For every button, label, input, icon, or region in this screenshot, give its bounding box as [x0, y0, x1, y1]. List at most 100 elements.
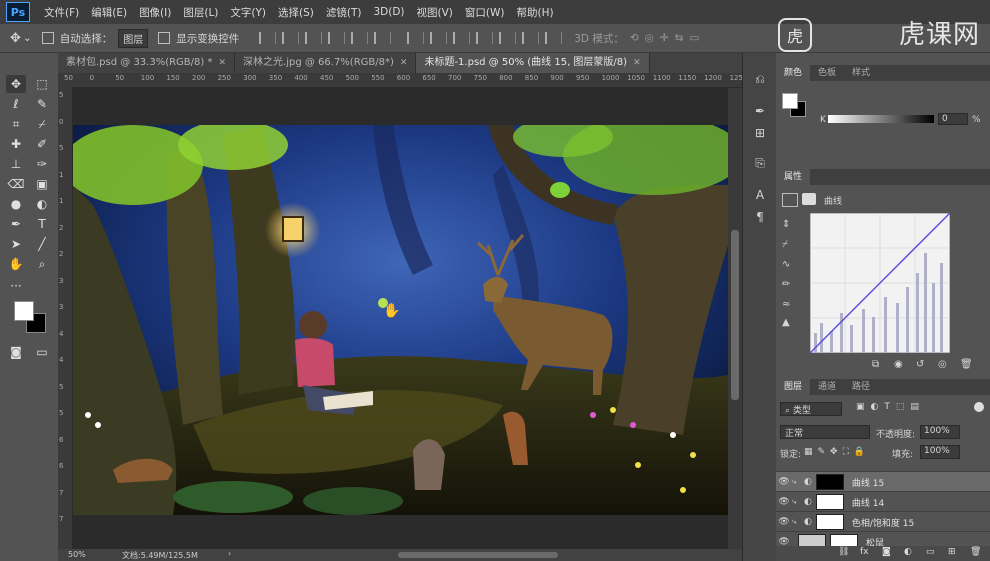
- curves-histogram[interactable]: [810, 213, 950, 353]
- menu-select[interactable]: 选择(S): [272, 5, 320, 20]
- move-tool-icon[interactable]: ✥: [10, 31, 21, 46]
- delete-icon[interactable]: 🗑: [960, 359, 973, 370]
- fx-icon[interactable]: fx: [860, 547, 869, 557]
- auto-select-dropdown[interactable]: 图层: [118, 28, 149, 48]
- layer-mask-thumbnail[interactable]: [815, 514, 844, 530]
- paragraph-icon[interactable]: ¶: [751, 209, 769, 225]
- curve-point-icon[interactable]: ∿: [782, 259, 790, 270]
- status-chevron-icon[interactable]: ›: [228, 549, 231, 558]
- menu-layer[interactable]: 图层(L): [177, 5, 224, 20]
- menu-type[interactable]: 文字(Y): [224, 5, 272, 20]
- layer-name[interactable]: 色相/饱和度 15: [852, 516, 914, 529]
- path-select-tool-icon[interactable]: ➤: [6, 235, 26, 253]
- eye-icon[interactable]: 👁: [776, 517, 792, 527]
- layer-name[interactable]: 曲线 15: [852, 476, 884, 489]
- brush-presets-icon[interactable]: ⊞: [751, 125, 769, 141]
- blend-mode-dropdown[interactable]: 正常: [780, 425, 870, 439]
- distribute-top-icon[interactable]: [407, 32, 425, 44]
- menu-image[interactable]: 图像(I): [133, 5, 177, 20]
- distribute-hcenter-icon[interactable]: [499, 32, 517, 44]
- menu-window[interactable]: 窗口(W): [459, 5, 511, 20]
- align-left-icon[interactable]: [328, 32, 346, 44]
- tab-channels[interactable]: 通道: [810, 379, 844, 395]
- distribute-bottom-icon[interactable]: [453, 32, 471, 44]
- distribute-right-icon[interactable]: [522, 32, 540, 44]
- clone-source-icon[interactable]: ⎘: [751, 155, 769, 171]
- k-slider[interactable]: [828, 115, 934, 123]
- tab-untitled-1[interactable]: 未标题-1.psd @ 50% (曲线 15, 图层蒙版/8) ✕: [416, 53, 650, 73]
- link-layers-icon[interactable]: ⛓: [838, 547, 849, 557]
- smooth-icon[interactable]: ≈: [782, 299, 790, 310]
- tab-paths[interactable]: 路径: [844, 379, 878, 395]
- horizontal-scrollbar[interactable]: [398, 552, 558, 558]
- eyedropper-tool-icon[interactable]: ⌿: [32, 115, 52, 133]
- zoom-level[interactable]: 50%: [68, 550, 86, 559]
- foreground-color-swatch[interactable]: [14, 301, 34, 321]
- brush-tool-icon[interactable]: ✐: [32, 135, 52, 153]
- 3d-scale-icon[interactable]: ▭: [689, 32, 699, 44]
- pencil-icon[interactable]: ✏: [782, 279, 790, 290]
- 3d-pan-icon[interactable]: ✛: [660, 32, 669, 44]
- marquee-tool-icon[interactable]: ⬚: [32, 75, 52, 93]
- screen-mode-icon[interactable]: ▭: [32, 343, 52, 361]
- character-icon[interactable]: A: [751, 187, 769, 203]
- clipping-warning-icon[interactable]: ▲: [782, 317, 790, 328]
- lock-icons[interactable]: ▦✎✥⛶🔒: [804, 447, 870, 457]
- auto-align-icon[interactable]: [545, 32, 563, 44]
- align-bottom-icon[interactable]: [305, 32, 323, 44]
- pen-tool-icon[interactable]: ✒: [6, 215, 26, 233]
- line-tool-icon[interactable]: ╱: [32, 235, 52, 253]
- tab-material-pack[interactable]: 素材包.psd @ 33.3%(RGB/8) * ✕: [58, 53, 236, 73]
- layer-row[interactable]: 👁 ⤷ ◐ 曲线 15: [776, 471, 990, 492]
- chevron-down-icon[interactable]: ⌄: [23, 32, 32, 44]
- align-vcenter-icon[interactable]: [282, 32, 300, 44]
- eye-icon[interactable]: 👁: [776, 477, 792, 487]
- layer-name[interactable]: 曲线 14: [852, 496, 884, 509]
- close-icon[interactable]: ✕: [218, 53, 226, 73]
- history-icon[interactable]: ⎌: [751, 71, 769, 87]
- hand-tool-icon[interactable]: ✋: [6, 255, 26, 273]
- align-hcenter-icon[interactable]: [351, 32, 369, 44]
- tab-styles[interactable]: 样式: [844, 65, 878, 81]
- tab-layers[interactable]: 图层: [776, 379, 811, 395]
- layer-row[interactable]: 👁 ⤷ ◐ 色相/饱和度 15: [776, 511, 990, 532]
- gradient-tool-icon[interactable]: ▣: [32, 175, 52, 193]
- close-icon[interactable]: ✕: [633, 53, 641, 73]
- view-previous-icon[interactable]: ◉: [894, 359, 903, 370]
- document-canvas[interactable]: [73, 125, 728, 515]
- opacity-field[interactable]: 100%: [920, 425, 960, 439]
- layer-row[interactable]: 👁 ⤷ ◐ 曲线 14: [776, 491, 990, 512]
- mask-icon[interactable]: [802, 193, 816, 205]
- auto-select-checkbox[interactable]: [41, 32, 54, 44]
- dodge-tool-icon[interactable]: ◐: [32, 195, 52, 213]
- clip-to-layer-icon[interactable]: ⧉: [872, 359, 879, 370]
- healing-tool-icon[interactable]: ✚: [6, 135, 26, 153]
- tab-swatches[interactable]: 色板: [810, 65, 844, 81]
- on-image-adjust-icon[interactable]: ⇕: [782, 219, 790, 230]
- quick-mask-icon[interactable]: ◙: [6, 343, 26, 361]
- more-tools-icon[interactable]: ···: [6, 277, 26, 295]
- layer-filter-dropdown[interactable]: ⌕ 类型: [780, 402, 842, 416]
- menu-file[interactable]: 文件(F): [38, 5, 85, 20]
- close-icon[interactable]: ✕: [400, 53, 408, 73]
- menu-help[interactable]: 帮助(H): [511, 5, 560, 20]
- stamp-tool-icon[interactable]: ⊥: [6, 155, 26, 173]
- filter-icons[interactable]: ▣◐T⬚▤: [856, 402, 925, 412]
- menu-edit[interactable]: 编辑(E): [85, 5, 133, 20]
- tab-properties[interactable]: 属性: [776, 169, 811, 185]
- add-mask-icon[interactable]: ◙: [882, 547, 891, 557]
- tab-forest-light[interactable]: 深林之光.jpg @ 66.7%(RGB/8*) ✕: [235, 53, 417, 73]
- menu-view[interactable]: 视图(V): [411, 5, 459, 20]
- distribute-left-icon[interactable]: [476, 32, 494, 44]
- new-group-icon[interactable]: ▭: [926, 547, 935, 557]
- crop-tool-icon[interactable]: ⌗: [6, 115, 26, 133]
- 3d-roll-icon[interactable]: ◎: [645, 32, 654, 44]
- lasso-tool-icon[interactable]: ℓ: [6, 95, 26, 113]
- blur-tool-icon[interactable]: ●: [6, 195, 26, 213]
- eyedropper-black-icon[interactable]: ⌿: [782, 239, 788, 250]
- trash-icon[interactable]: 🗑: [970, 547, 981, 557]
- menu-3d[interactable]: 3D(D): [367, 6, 410, 18]
- type-tool-icon[interactable]: T: [32, 215, 52, 233]
- move-tool-icon[interactable]: ✥: [6, 75, 26, 93]
- quick-select-tool-icon[interactable]: ✎: [32, 95, 52, 113]
